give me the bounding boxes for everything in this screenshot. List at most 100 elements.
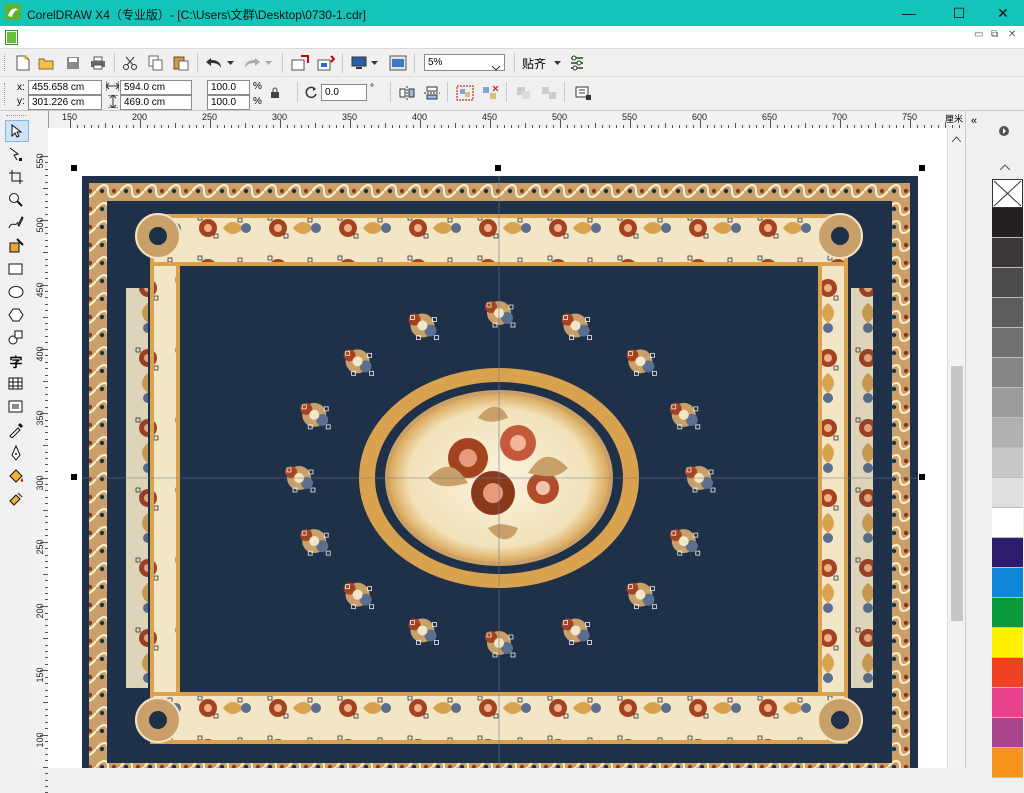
doc-restore-button[interactable]: ⧉ — [991, 29, 998, 40]
color-swatch[interactable] — [992, 658, 1023, 688]
export-icon[interactable] — [316, 53, 336, 73]
group-icon[interactable] — [455, 83, 475, 103]
document-icon[interactable] — [5, 30, 18, 45]
print-icon[interactable] — [88, 53, 108, 73]
undo-icon[interactable] — [204, 53, 224, 73]
rectangle-tool-icon[interactable] — [5, 259, 27, 279]
carpet-artwork[interactable] — [48, 128, 947, 768]
selection-handle-top-right[interactable] — [919, 165, 925, 171]
object-height-field[interactable]: 469.0 cm — [120, 95, 192, 110]
freehand-tool-icon[interactable] — [5, 213, 27, 233]
selection-handle-right[interactable] — [919, 474, 925, 480]
break-apart-icon[interactable] — [539, 83, 559, 103]
x-position-field[interactable]: 455.658 cm — [28, 80, 102, 95]
scrollbar-thumb[interactable] — [951, 366, 963, 621]
maximize-button[interactable]: ☐ — [936, 0, 982, 26]
vertical-ruler[interactable]: 550 500 450 400 350 300 250 200 150 100 — [31, 128, 49, 793]
text-tool-icon[interactable]: 字 — [5, 351, 27, 371]
color-swatch[interactable] — [992, 298, 1023, 328]
scale-x-field[interactable]: 100.0 — [207, 80, 250, 95]
undo-dropdown-icon[interactable] — [225, 53, 235, 73]
crop-tool-icon[interactable] — [5, 167, 27, 187]
color-swatch[interactable] — [992, 718, 1023, 748]
selection-handle-left[interactable] — [71, 474, 77, 480]
drawing-canvas[interactable] — [48, 128, 947, 768]
mirror-horizontal-icon[interactable] — [397, 83, 417, 103]
selection-handle-top-left[interactable] — [71, 165, 77, 171]
redo-icon[interactable] — [242, 53, 262, 73]
palette-scroll-right-icon[interactable] — [999, 126, 1009, 139]
combine-icon[interactable] — [514, 83, 534, 103]
welcome-screen-icon[interactable] — [388, 53, 408, 73]
snap-to-menu[interactable]: 贴齐 — [522, 55, 546, 72]
color-swatch[interactable] — [992, 328, 1023, 358]
chevron-down-icon[interactable] — [491, 61, 501, 76]
mirror-vertical-icon[interactable] — [422, 83, 442, 103]
rotation-angle-field[interactable]: 0.0 — [321, 84, 367, 101]
toolbar-grip[interactable] — [4, 83, 8, 105]
color-swatch[interactable] — [992, 388, 1023, 418]
object-width-field[interactable]: 594.0 cm — [120, 80, 192, 95]
selection-handle-top[interactable] — [495, 165, 501, 171]
outline-pen-icon[interactable] — [5, 443, 27, 463]
ruler-origin[interactable] — [31, 111, 49, 129]
import-icon[interactable] — [290, 53, 310, 73]
scroll-up-icon[interactable] — [951, 133, 962, 145]
zoom-tool-icon[interactable] — [5, 190, 27, 210]
redo-dropdown-icon[interactable] — [263, 53, 273, 73]
horizontal-ruler[interactable]: 150 200 250 300 350 400 450 500 550 600 650 700 750 … — [31, 111, 974, 129]
color-swatch[interactable] — [992, 748, 1023, 778]
coreldraw-app-icon[interactable] — [5, 4, 21, 20]
smart-fill-icon[interactable] — [5, 236, 27, 256]
basic-shapes-icon[interactable] — [5, 328, 27, 348]
lock-ratio-icon[interactable] — [268, 83, 282, 103]
color-swatch[interactable] — [992, 268, 1023, 298]
color-swatch[interactable] — [992, 568, 1023, 598]
open-icon[interactable] — [36, 53, 56, 73]
interactive-fill-icon[interactable] — [5, 489, 27, 509]
minimize-button[interactable]: — — [886, 0, 932, 26]
color-swatch[interactable] — [992, 208, 1023, 238]
snap-dropdown-icon[interactable] — [552, 53, 562, 73]
color-swatch[interactable] — [992, 478, 1023, 508]
scale-y-field[interactable]: 100.0 — [207, 95, 250, 110]
color-swatch[interactable] — [992, 628, 1023, 658]
cut-icon[interactable] — [120, 53, 140, 73]
fill-tool-icon[interactable] — [5, 466, 27, 486]
copy-icon[interactable] — [146, 53, 166, 73]
y-position-field[interactable]: 301.226 cm — [28, 95, 102, 110]
shape-tool-icon[interactable] — [5, 144, 27, 164]
eyedropper-icon[interactable] — [5, 420, 27, 440]
align-distribute-icon[interactable] — [573, 83, 593, 103]
toolbar-grip[interactable] — [4, 54, 8, 71]
color-swatch[interactable] — [992, 538, 1023, 568]
color-swatch[interactable] — [992, 688, 1023, 718]
paste-icon[interactable] — [171, 53, 191, 73]
pick-tool-icon[interactable] — [5, 120, 29, 142]
collapse-docker-icon[interactable]: « — [971, 115, 977, 127]
no-color-swatch[interactable] — [992, 179, 1023, 208]
launcher-dropdown-icon[interactable] — [369, 53, 379, 73]
color-swatch[interactable] — [992, 238, 1023, 268]
save-icon[interactable] — [63, 53, 83, 73]
color-swatch[interactable] — [992, 448, 1023, 478]
doc-close-button[interactable]: ✕ — [1008, 29, 1016, 40]
property-bar: x: y: 455.658 cm 301.226 cm 594.0 cm 469… — [0, 77, 1024, 111]
vertical-scrollbar[interactable] — [947, 128, 966, 768]
close-button[interactable]: ✕ — [980, 0, 1024, 26]
color-swatch[interactable] — [992, 358, 1023, 388]
color-swatch[interactable] — [992, 598, 1023, 628]
color-swatch[interactable] — [992, 508, 1023, 538]
color-swatch[interactable] — [992, 418, 1023, 448]
ellipse-tool-icon[interactable] — [5, 282, 27, 302]
new-icon[interactable] — [13, 53, 33, 73]
palette-scroll-up-icon[interactable] — [999, 161, 1011, 173]
zoom-level-select[interactable]: 5% — [424, 54, 505, 71]
ungroup-icon[interactable] — [480, 83, 500, 103]
table-tool-icon[interactable] — [5, 374, 27, 394]
doc-minimize-button[interactable]: ▭ — [974, 29, 983, 40]
polygon-tool-icon[interactable] — [5, 305, 27, 325]
options-icon[interactable] — [567, 53, 587, 73]
application-launcher-icon[interactable] — [349, 53, 369, 73]
interactive-blend-icon[interactable] — [5, 397, 27, 417]
